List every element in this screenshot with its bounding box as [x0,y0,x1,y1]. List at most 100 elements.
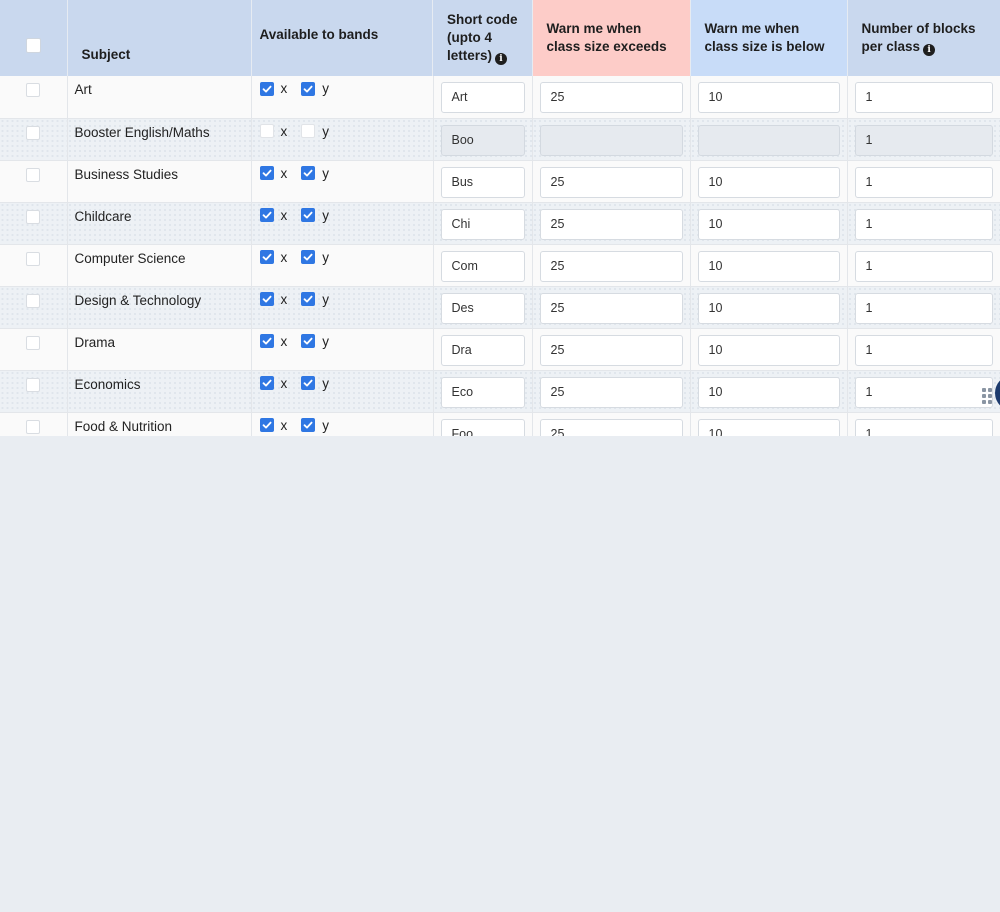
band-x-checkbox[interactable] [259,166,274,180]
warn-below-column-header: Warn me when class size is below [690,0,848,76]
blocks-per-class-input[interactable]: 1 [854,82,993,113]
row-select-checkbox[interactable] [26,335,41,350]
short-code-input[interactable]: Com [440,250,525,282]
short-code-input[interactable]: Art [440,82,525,113]
blocks-per-class-input[interactable]: 1 [854,292,993,324]
band-x-label: x [280,123,288,139]
short-code-cell: Dra [433,328,533,371]
bands-cell: xy [251,202,434,245]
band-y-checkbox[interactable] [301,208,316,222]
bands-column-header: Available to bands [251,0,433,76]
short-code-cell: Bus [433,160,533,203]
warn-exceeds-input[interactable]: 25 [539,208,683,240]
band-x-checkbox[interactable] [259,418,274,432]
warn-exceeds-input[interactable]: 25 [539,82,683,113]
band-x-checkbox[interactable] [259,124,274,138]
row-select-checkbox[interactable] [26,167,41,182]
blocks-per-class-input[interactable]: 1 [854,334,993,366]
band-y-label: y [322,375,329,391]
row-select-checkbox[interactable] [26,209,41,224]
warn-exceeds-input[interactable]: 25 [539,292,683,324]
band-y-label: y [322,81,329,96]
warn-below-input[interactable]: 10 [697,250,840,282]
blocks-per-class-input[interactable]: 1 [854,166,993,198]
band-y-checkbox[interactable] [301,124,316,138]
band-y-checkbox[interactable] [301,81,316,96]
info-icon[interactable]: i [495,53,508,65]
warn-below-input[interactable]: 10 [697,166,840,198]
row-select-cell [0,118,68,161]
band-y-label: y [322,249,329,265]
subject-cell: Design & Technology [67,286,252,329]
row-select-checkbox[interactable] [26,419,41,434]
warn-below-input[interactable]: 10 [697,82,840,113]
row-select-cell [0,76,68,119]
warn-exceeds-input[interactable]: 25 [539,250,683,282]
band-x-checkbox[interactable] [259,250,274,264]
warn-exceeds-input[interactable]: 25 [539,166,683,198]
band-y-checkbox[interactable] [301,376,316,390]
warn-below-input[interactable]: 10 [697,334,840,366]
warn-below-cell: 10 [690,286,848,329]
warn-exceeds-cell: 25 [532,160,691,203]
short-code-input[interactable]: Foo [440,418,525,436]
subject-name: Food & Nutrition [74,418,173,434]
subject-cell: Childcare [67,202,252,245]
short-code-input[interactable]: Des [440,292,525,324]
row-select-checkbox[interactable] [26,293,41,308]
blocks-per-class-input[interactable]: 1 [854,124,993,156]
warn-exceeds-input[interactable]: 25 [539,418,683,436]
blocks-per-class-input[interactable]: 1 [854,250,993,282]
subject-cell: Economics [67,370,252,413]
warn-below-input[interactable]: 10 [697,292,840,324]
table-row: Economics x y Eco 25 10 1 [0,370,1000,413]
band-x-label: x [280,249,288,265]
row-select-checkbox[interactable] [26,377,41,392]
row-select-checkbox[interactable] [26,83,41,97]
bands-cell: xy [251,286,434,329]
select-all-checkbox[interactable] [25,38,41,53]
row-select-checkbox[interactable] [26,125,41,140]
subject-name: Computer Science [74,250,186,266]
band-y-checkbox[interactable] [301,292,316,306]
warn-exceeds-input[interactable]: 25 [539,334,683,366]
warn-below-cell [690,118,848,161]
short-code-input[interactable]: Chi [440,208,525,240]
warn-exceeds-input[interactable] [539,124,683,156]
warn-below-input[interactable]: 10 [697,208,840,240]
warn-below-input[interactable] [697,124,840,156]
band-x-checkbox[interactable] [259,208,274,222]
subject-cell: Computer Science [67,244,252,287]
blocks-per-class-input[interactable]: 1 [854,376,993,408]
short-code-input[interactable]: Eco [440,376,525,408]
warn-below-input[interactable]: 10 [697,376,840,408]
warn-below-cell: 10 [690,244,848,287]
table-row: Booster English/Maths x y Boo 1 [0,118,1000,161]
band-x-checkbox[interactable] [259,81,274,96]
drag-handle-icon[interactable] [982,388,992,404]
subjects-table-body: Art x y Art 25 10 1 Booster English/Maths x y Boo 1… [0,76,1000,436]
band-y-label: y [322,165,329,181]
info-icon[interactable]: i [923,44,936,56]
short-code-input[interactable]: Boo [440,124,525,156]
band-y-checkbox[interactable] [301,250,316,264]
short-code-cell: Boo [433,118,533,161]
row-select-checkbox[interactable] [26,251,41,266]
blocks-cell: 1 [847,118,1000,161]
short-code-cell: Foo [433,412,533,436]
bands-cell: xy [251,76,434,119]
blocks-per-class-input[interactable]: 1 [854,418,993,436]
short-code-input[interactable]: Dra [440,334,525,366]
band-x-checkbox[interactable] [259,376,274,390]
short-code-input[interactable]: Bus [440,166,525,198]
warn-exceeds-input[interactable]: 25 [539,376,683,408]
warn-below-cell: 10 [690,370,848,413]
band-x-checkbox[interactable] [259,292,274,306]
warn-below-input[interactable]: 10 [697,418,840,436]
blocks-per-class-input[interactable]: 1 [854,208,993,240]
band-y-checkbox[interactable] [301,418,316,432]
subject-column-header[interactable]: Subject [67,0,252,76]
band-y-checkbox[interactable] [301,166,316,180]
band-y-checkbox[interactable] [301,334,316,348]
band-x-checkbox[interactable] [259,334,274,348]
